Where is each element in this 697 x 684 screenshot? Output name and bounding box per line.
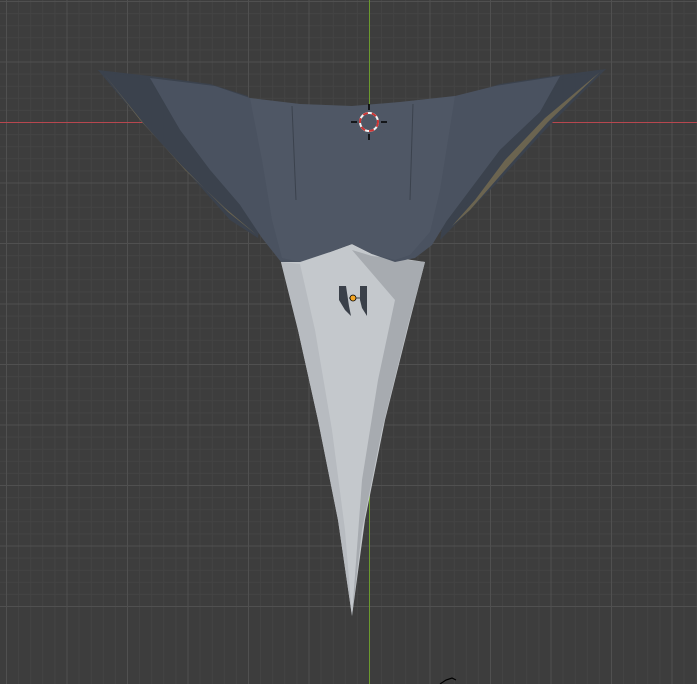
object-origin-icon[interactable] xyxy=(349,294,357,302)
viewport-scene[interactable] xyxy=(0,0,697,684)
3d-viewport[interactable] xyxy=(0,0,697,684)
wing-highlight-panel xyxy=(250,96,455,262)
